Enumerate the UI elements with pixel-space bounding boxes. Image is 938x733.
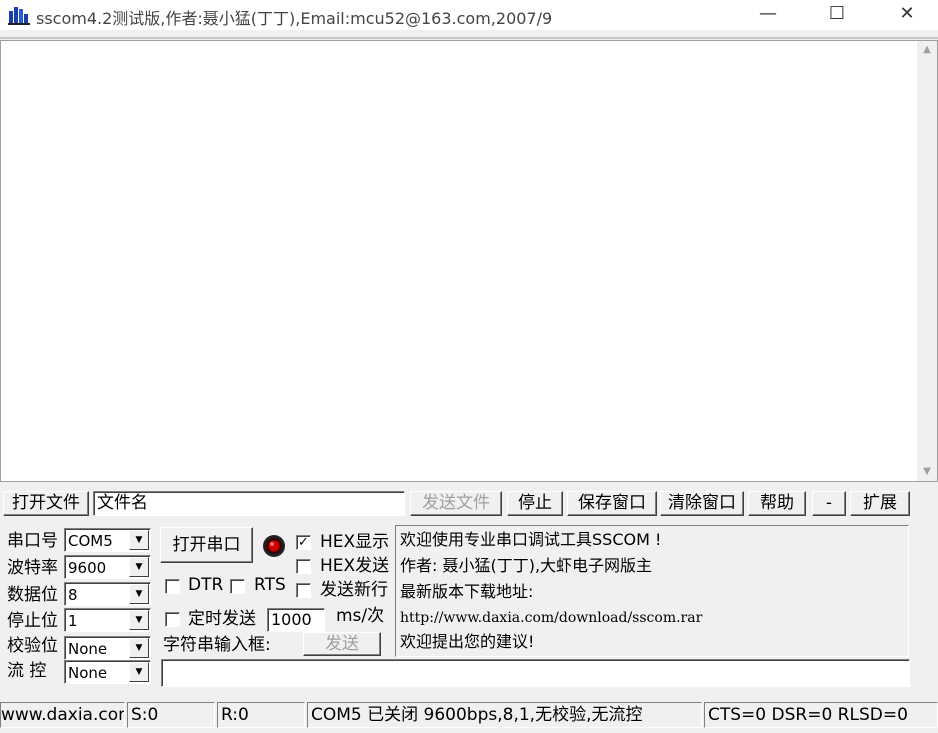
chevron-down-icon[interactable]: ▼ [129, 662, 149, 682]
receive-scrollbar[interactable]: ▲ ▼ [917, 41, 937, 481]
status-port-info: COM5 已关闭 9600bps,8,1,无校验,无流控 [307, 702, 702, 728]
info-welcome: 欢迎使用专业串口调试工具SSCOM ! [400, 530, 662, 549]
stop-button[interactable]: 停止 [507, 491, 563, 516]
flow-label: 流 控 [7, 661, 47, 681]
chevron-down-icon[interactable]: ▼ [129, 638, 149, 658]
send-button[interactable]: 发送 [303, 632, 381, 656]
scroll-down-icon[interactable]: ▼ [917, 463, 937, 481]
flow-select[interactable]: None ▼ [64, 660, 151, 684]
open-file-button[interactable]: 打开文件 [3, 491, 89, 516]
chevron-down-icon[interactable]: ▼ [129, 557, 149, 577]
port-select[interactable]: COM5 ▼ [64, 528, 151, 552]
stopbits-label: 停止位 [7, 611, 58, 631]
port-label: 串口号 [7, 531, 58, 551]
filename-field[interactable]: 文件名 [93, 491, 405, 516]
collapse-button[interactable]: - [812, 491, 846, 516]
port-status-led-icon [262, 534, 286, 558]
hex-display-checkbox[interactable]: ✓ [296, 535, 311, 550]
databits-select[interactable]: 8 ▼ [64, 582, 151, 606]
baud-select[interactable]: 9600 ▼ [64, 555, 151, 579]
status-modem-lines: CTS=0 DSR=0 RLSD=0 [704, 702, 938, 728]
flow-value: None [68, 664, 108, 682]
minimize-button[interactable]: — [745, 0, 791, 30]
send-newline-label: 发送新行 [320, 580, 388, 600]
baud-value: 9600 [68, 559, 107, 577]
rts-label: RTS [254, 575, 286, 595]
stopbits-value: 1 [68, 612, 78, 630]
chevron-down-icon[interactable]: ▼ [129, 584, 149, 604]
dtr-label: DTR [188, 575, 224, 595]
chevron-down-icon[interactable]: ▼ [129, 610, 149, 630]
clear-window-button[interactable]: 清除窗口 [660, 491, 744, 516]
title-separator [0, 37, 938, 39]
hex-send-label: HEX发送 [320, 556, 390, 576]
open-port-button[interactable]: 打开串口 [160, 527, 253, 563]
info-suggestion: 欢迎提出您的建议! [400, 632, 535, 651]
port-value: COM5 [68, 532, 113, 550]
send-newline-checkbox[interactable] [296, 583, 311, 598]
databits-value: 8 [68, 586, 78, 604]
window-title: sscom4.2测试版,作者:聂小猛(丁丁),Email:mcu52@163.c… [36, 9, 553, 28]
maximize-button[interactable]: ☐ [814, 0, 860, 30]
receive-text-area[interactable] [0, 40, 938, 482]
rts-checkbox[interactable] [230, 579, 245, 594]
timed-send-label: 定时发送 [188, 609, 256, 629]
status-website: www.daxia.com [0, 702, 125, 728]
parity-label: 校验位 [7, 636, 58, 656]
expand-button[interactable]: 扩展 [850, 491, 910, 516]
string-input-label: 字符串输入框: [163, 635, 271, 655]
status-received-count: R:0 [217, 702, 305, 728]
parity-value: None [68, 640, 108, 658]
info-author: 作者: 聂小猛(丁丁),大虾电子网版主 [400, 556, 653, 575]
sscom-app-icon [8, 5, 30, 25]
baud-label: 波特率 [7, 558, 58, 578]
hex-send-checkbox[interactable] [296, 559, 311, 574]
timed-send-checkbox[interactable] [165, 612, 180, 627]
parity-select[interactable]: None ▼ [64, 636, 151, 660]
help-button[interactable]: 帮助 [748, 491, 806, 516]
databits-label: 数据位 [7, 585, 58, 605]
info-download-url: http://www.daxia.com/download/sscom.rar [400, 610, 703, 626]
close-button[interactable]: ✕ [884, 0, 930, 30]
stopbits-select[interactable]: 1 ▼ [64, 608, 151, 632]
interval-input[interactable]: 1000 [267, 608, 325, 632]
send-text-input[interactable] [161, 659, 910, 687]
info-panel: 欢迎使用专业串口调试工具SSCOM ! 作者: 聂小猛(丁丁),大虾电子网版主 … [395, 525, 909, 657]
chevron-down-icon[interactable]: ▼ [129, 530, 149, 550]
dtr-checkbox[interactable] [165, 579, 180, 594]
interval-unit-label: ms/次 [336, 606, 385, 626]
scroll-up-icon[interactable]: ▲ [917, 41, 937, 59]
info-download-label: 最新版本下载地址: [400, 582, 534, 601]
send-file-button[interactable]: 发送文件 [410, 491, 502, 516]
hex-display-label: HEX显示 [320, 532, 390, 552]
save-window-button[interactable]: 保存窗口 [567, 491, 657, 516]
status-sent-count: S:0 [127, 702, 215, 728]
